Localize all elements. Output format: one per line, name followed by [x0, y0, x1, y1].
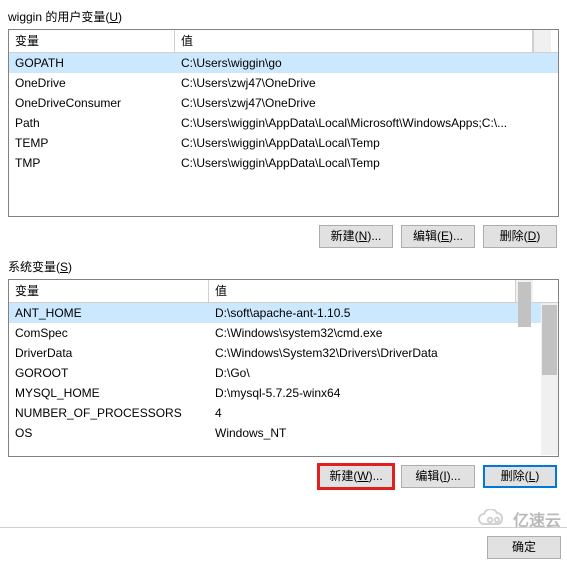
- system-vars-table[interactable]: 变量 值 ANT_HOME D:\soft\apache-ant-1.10.5 …: [8, 279, 559, 457]
- user-vars-button-row: 新建(N)... 编辑(E)... 删除(D): [8, 225, 557, 248]
- var-value: D:\Go\: [209, 366, 515, 380]
- var-value: Windows_NT: [209, 426, 515, 440]
- user-vars-label: wiggin 的用户变量(U): [8, 8, 563, 25]
- var-name: ANT_HOME: [9, 306, 209, 320]
- var-value: C:\Windows\system32\cmd.exe: [209, 326, 515, 340]
- var-value: C:\Windows\System32\Drivers\DriverData: [209, 346, 515, 360]
- var-name: ComSpec: [9, 326, 209, 340]
- var-name: Path: [9, 116, 175, 130]
- table-row[interactable]: OneDrive C:\Users\zwj47\OneDrive: [9, 73, 558, 93]
- var-name: TEMP: [9, 136, 175, 150]
- new-user-var-button[interactable]: 新建(N)...: [319, 225, 393, 248]
- var-name: OneDriveConsumer: [9, 96, 175, 110]
- table-row[interactable]: OS Windows_NT: [9, 423, 541, 443]
- var-value: C:\Users\wiggin\AppData\Local\Microsoft\…: [175, 116, 533, 130]
- table-row[interactable]: GOPATH C:\Users\wiggin\go: [9, 53, 558, 73]
- user-vars-label-suffix: ): [118, 10, 122, 24]
- var-name: NUMBER_OF_PROCESSORS: [9, 406, 209, 420]
- table-row[interactable]: NUMBER_OF_PROCESSORS 4: [9, 403, 541, 423]
- delete-system-var-button[interactable]: 删除(L): [483, 465, 557, 488]
- ok-button[interactable]: 确定: [487, 536, 561, 559]
- env-vars-dialog: wiggin 的用户变量(U) 变量 值 GOPATH C:\Users\wig…: [0, 0, 567, 567]
- var-name: OneDrive: [9, 76, 175, 90]
- var-value: C:\Users\wiggin\go: [175, 56, 533, 70]
- edit-system-var-button[interactable]: 编辑(I)...: [401, 465, 475, 488]
- var-name: MYSQL_HOME: [9, 386, 209, 400]
- system-vars-label-suffix: ): [68, 260, 72, 274]
- sys-col-variable[interactable]: 变量: [9, 280, 209, 302]
- user-vars-header: 变量 值: [9, 30, 558, 53]
- var-value: C:\Users\wiggin\AppData\Local\Temp: [175, 136, 533, 150]
- system-vars-button-row: 新建(W)... 编辑(I)... 删除(L): [8, 465, 557, 488]
- table-row[interactable]: ComSpec C:\Windows\system32\cmd.exe: [9, 323, 541, 343]
- table-row[interactable]: TEMP C:\Users\wiggin\AppData\Local\Temp: [9, 133, 558, 153]
- system-vars-header: 变量 值: [9, 280, 558, 303]
- user-vars-label-prefix: wiggin 的用户变量(: [8, 10, 109, 24]
- user-col-variable[interactable]: 变量: [9, 30, 175, 52]
- var-value: D:\mysql-5.7.25-winx64: [209, 386, 515, 400]
- var-name: GOPATH: [9, 56, 175, 70]
- system-vars-body: ANT_HOME D:\soft\apache-ant-1.10.5 ComSp…: [9, 303, 558, 455]
- dialog-bottom-bar: 确定: [0, 527, 567, 567]
- var-name: OS: [9, 426, 209, 440]
- cloud-icon: [475, 509, 511, 529]
- var-name: GOROOT: [9, 366, 209, 380]
- table-row[interactable]: TMP C:\Users\wiggin\AppData\Local\Temp: [9, 153, 558, 173]
- user-vars-table[interactable]: 变量 值 GOPATH C:\Users\wiggin\go OneDrive …: [8, 29, 559, 217]
- table-row[interactable]: Path C:\Users\wiggin\AppData\Local\Micro…: [9, 113, 558, 133]
- var-value: C:\Users\zwj47\OneDrive: [175, 96, 533, 110]
- system-vars-label: 系统变量(S): [8, 258, 563, 275]
- table-row[interactable]: DriverData C:\Windows\System32\Drivers\D…: [9, 343, 541, 363]
- scroll-thumb[interactable]: [518, 282, 531, 327]
- user-header-scroll-gutter: [533, 30, 551, 52]
- delete-user-var-button[interactable]: 删除(D): [483, 225, 557, 248]
- user-col-value[interactable]: 值: [175, 30, 533, 52]
- edit-user-var-button[interactable]: 编辑(E)...: [401, 225, 475, 248]
- user-vars-body: GOPATH C:\Users\wiggin\go OneDrive C:\Us…: [9, 53, 558, 173]
- system-scrollbar[interactable]: [541, 303, 558, 455]
- table-row[interactable]: ANT_HOME D:\soft\apache-ant-1.10.5: [9, 303, 541, 323]
- scroll-thumb[interactable]: [542, 305, 557, 375]
- table-row[interactable]: OneDriveConsumer C:\Users\zwj47\OneDrive: [9, 93, 558, 113]
- system-vars-label-prefix: 系统变量(: [8, 260, 60, 274]
- user-vars-label-hotkey: U: [109, 10, 118, 24]
- var-value: D:\soft\apache-ant-1.10.5: [209, 306, 515, 320]
- new-system-var-button[interactable]: 新建(W)...: [319, 465, 393, 488]
- var-name: TMP: [9, 156, 175, 170]
- var-value: 4: [209, 406, 515, 420]
- var-name: DriverData: [9, 346, 209, 360]
- table-row[interactable]: MYSQL_HOME D:\mysql-5.7.25-winx64: [9, 383, 541, 403]
- table-row[interactable]: GOROOT D:\Go\: [9, 363, 541, 383]
- system-vars-label-hotkey: S: [60, 260, 68, 274]
- var-value: C:\Users\zwj47\OneDrive: [175, 76, 533, 90]
- sys-header-scroll-gutter[interactable]: [515, 280, 533, 302]
- var-value: C:\Users\wiggin\AppData\Local\Temp: [175, 156, 533, 170]
- sys-col-value[interactable]: 值: [209, 280, 515, 302]
